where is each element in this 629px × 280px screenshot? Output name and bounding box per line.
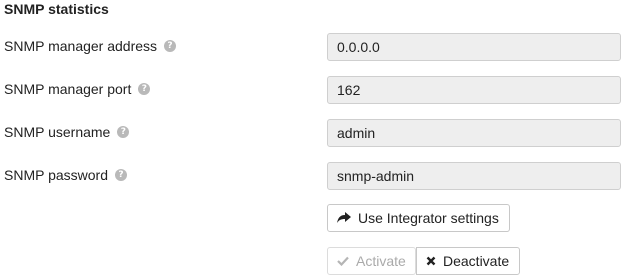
manager-address-label: SNMP manager address bbox=[4, 38, 158, 54]
help-icon[interactable]: ? bbox=[117, 126, 130, 138]
field-row-username: SNMP username ? bbox=[0, 119, 629, 147]
help-icon[interactable]: ? bbox=[138, 83, 151, 95]
use-integrator-settings-button[interactable]: Use Integrator settings bbox=[327, 204, 510, 232]
check-icon bbox=[337, 256, 349, 266]
manager-port-label: SNMP manager port bbox=[4, 81, 132, 97]
use-integrator-settings-label: Use Integrator settings bbox=[358, 210, 499, 226]
password-label: SNMP password bbox=[4, 167, 109, 183]
username-input[interactable] bbox=[327, 119, 621, 147]
help-icon[interactable]: ? bbox=[115, 169, 128, 181]
section-title: SNMP statistics bbox=[4, 1, 109, 17]
activate-label: Activate bbox=[356, 253, 406, 269]
username-label: SNMP username bbox=[4, 124, 111, 140]
field-row-manager-address: SNMP manager address ? bbox=[0, 33, 629, 61]
password-input[interactable] bbox=[327, 162, 621, 190]
field-row-manager-port: SNMP manager port ? bbox=[0, 76, 629, 104]
activate-button[interactable]: Activate bbox=[327, 247, 416, 275]
times-icon bbox=[426, 256, 436, 266]
deactivate-label: Deactivate bbox=[443, 253, 510, 269]
deactivate-button[interactable]: Deactivate bbox=[416, 247, 521, 275]
manager-address-input[interactable] bbox=[327, 33, 621, 61]
help-icon[interactable]: ? bbox=[164, 40, 177, 52]
field-row-password: SNMP password ? bbox=[0, 162, 629, 190]
manager-port-input[interactable] bbox=[327, 76, 621, 104]
share-arrow-icon bbox=[337, 212, 351, 224]
